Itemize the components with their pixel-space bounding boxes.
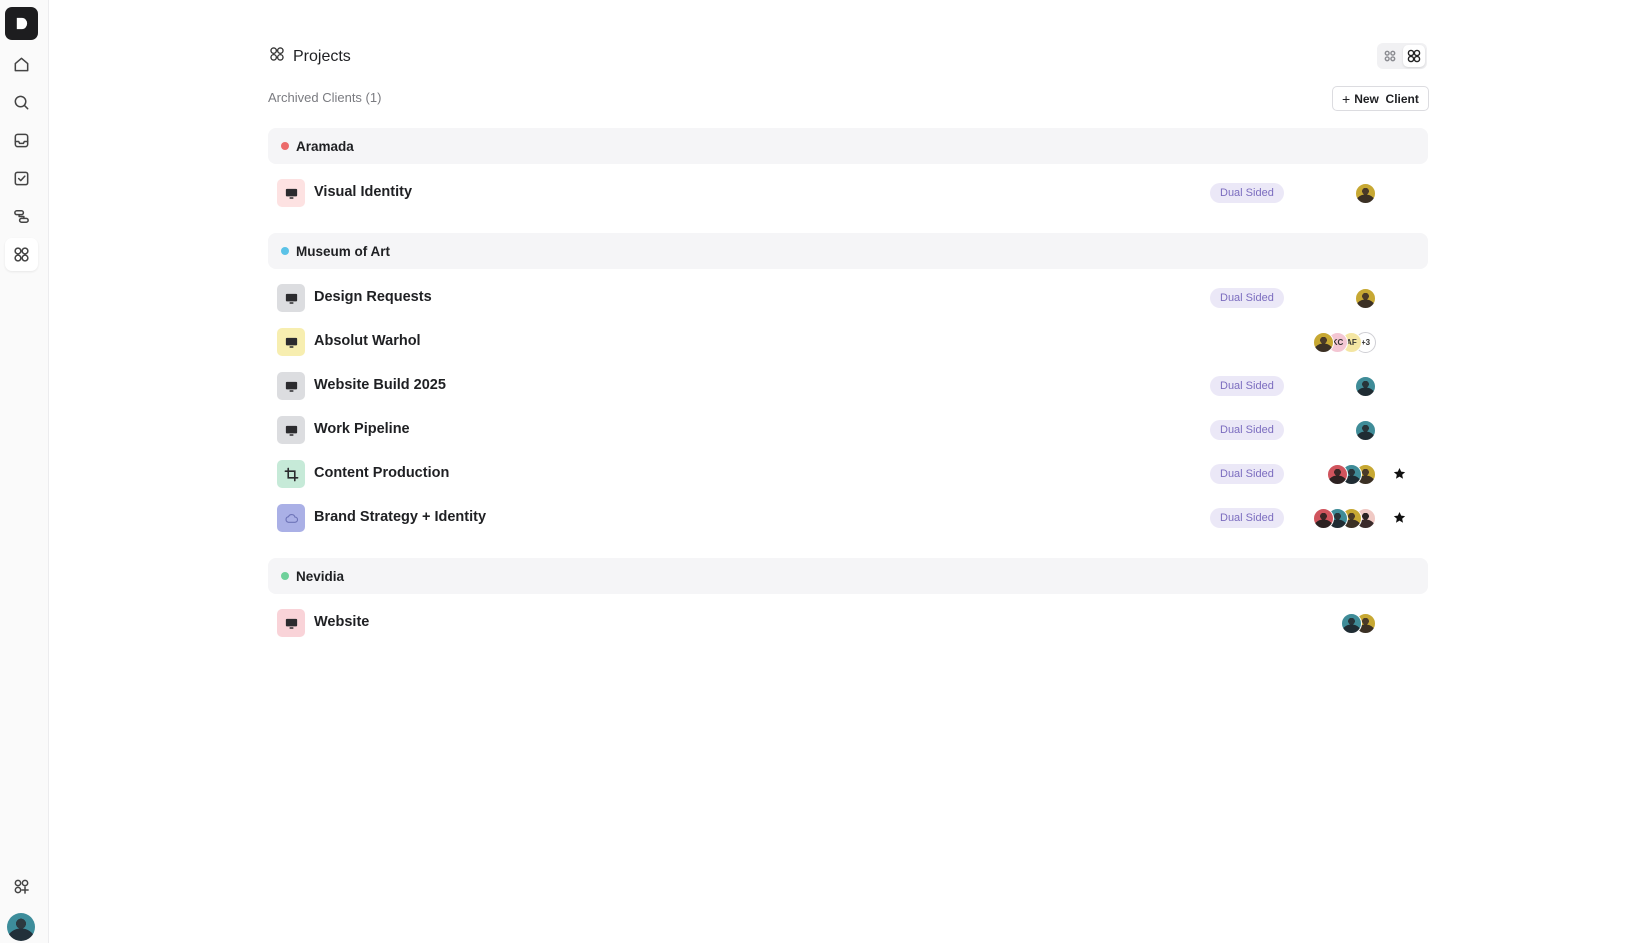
dual-sided-badge: Dual Sided <box>1210 508 1284 528</box>
tasks-icon <box>14 171 29 186</box>
plus-icon: + <box>1342 90 1351 107</box>
project-row[interactable]: Website <box>268 602 1428 646</box>
dual-sided-badge: Dual Sided <box>1210 183 1284 203</box>
client-color-dot <box>281 572 289 580</box>
projects-icon <box>14 247 29 262</box>
client-group-header[interactable]: Aramada <box>268 128 1428 164</box>
crop-icon <box>277 460 305 488</box>
project-row[interactable]: Design Requests Dual Sided <box>268 277 1428 321</box>
star-icon[interactable] <box>1393 467 1406 480</box>
avatar <box>1355 376 1376 397</box>
app-logo[interactable] <box>5 7 38 40</box>
project-name: Website Build 2025 <box>314 377 446 393</box>
monitor-icon <box>277 372 305 400</box>
search-icon <box>14 95 29 110</box>
monitor-icon <box>277 284 305 312</box>
dual-sided-badge: Dual Sided <box>1210 420 1284 440</box>
large-grid-icon <box>1407 49 1421 63</box>
avatar <box>1313 332 1334 353</box>
member-avatars[interactable]: +3 AF KC <box>1313 332 1376 353</box>
project-row[interactable]: Website Build 2025 Dual Sided <box>268 365 1428 409</box>
member-avatars[interactable] <box>1355 183 1376 204</box>
project-name: Content Production <box>314 465 450 481</box>
sidebar-item-inbox[interactable] <box>5 124 38 157</box>
project-name: Absolut Warhol <box>314 333 421 349</box>
inbox-icon <box>14 133 29 148</box>
member-avatars[interactable] <box>1355 288 1376 309</box>
workflow-icon <box>14 210 29 223</box>
sidebar-item-workflow[interactable] <box>5 200 38 233</box>
view-toggle <box>1377 43 1427 69</box>
compact-view-button[interactable] <box>1379 45 1401 67</box>
avatar <box>1355 420 1376 441</box>
dual-sided-badge: Dual Sided <box>1210 288 1284 308</box>
grid-view-button[interactable] <box>1403 45 1425 67</box>
avatar <box>1355 288 1376 309</box>
project-name: Design Requests <box>314 289 432 305</box>
client-color-dot <box>281 247 289 255</box>
new-client-button[interactable]: + New Client <box>1332 86 1429 111</box>
sidebar-item-tasks[interactable] <box>5 162 38 195</box>
sidebar-item-projects[interactable] <box>5 238 38 271</box>
project-name: Work Pipeline <box>314 421 410 437</box>
project-row[interactable]: Visual Identity Dual Sided <box>268 172 1428 216</box>
sidebar-item-add-app[interactable] <box>5 870 38 903</box>
logo-d-icon <box>16 17 28 30</box>
dual-sided-badge: Dual Sided <box>1210 464 1284 484</box>
client-color-dot <box>281 142 289 150</box>
member-avatars[interactable] <box>1341 613 1376 634</box>
add-app-icon <box>14 879 29 894</box>
client-group-header[interactable]: Museum of Art <box>268 233 1428 269</box>
project-name: Visual Identity <box>314 184 413 200</box>
new-client-label: New Client <box>1354 91 1419 106</box>
monitor-icon <box>277 416 305 444</box>
project-row[interactable]: Content Production Dual Sided <box>268 453 1428 497</box>
home-icon <box>14 57 29 72</box>
member-avatars[interactable] <box>1313 508 1376 529</box>
monitor-icon <box>277 328 305 356</box>
avatar <box>1327 464 1348 485</box>
page-header: Projects <box>268 45 351 68</box>
project-row[interactable]: Work Pipeline Dual Sided <box>268 409 1428 453</box>
sidebar-item-search[interactable] <box>5 86 38 119</box>
project-row[interactable]: Absolut Warhol +3 AF KC <box>268 321 1428 365</box>
user-avatar[interactable] <box>7 913 35 941</box>
project-name: Brand Strategy + Identity <box>314 509 487 525</box>
avatar <box>1341 613 1362 634</box>
member-avatars[interactable] <box>1355 376 1376 397</box>
archived-clients-link[interactable]: Archived Clients (1) <box>268 90 381 105</box>
client-name: Aramada <box>296 138 354 154</box>
avatar <box>1313 508 1334 529</box>
monitor-icon <box>277 609 305 637</box>
sidebar <box>0 0 49 943</box>
sidebar-item-home[interactable] <box>5 48 38 81</box>
monitor-icon <box>277 179 305 207</box>
page-title: Projects <box>293 47 351 65</box>
avatar <box>1355 183 1376 204</box>
small-grid-icon <box>1384 50 1396 62</box>
client-group-header[interactable]: Nevidia <box>268 558 1428 594</box>
client-name: Nevidia <box>296 568 345 584</box>
project-row[interactable]: Brand Strategy + Identity Dual Sided <box>268 497 1428 541</box>
member-avatars[interactable] <box>1355 420 1376 441</box>
cloud-icon <box>277 504 305 532</box>
dual-sided-badge: Dual Sided <box>1210 376 1284 396</box>
member-avatars[interactable] <box>1327 464 1376 485</box>
projects-icon <box>268 45 286 68</box>
star-icon[interactable] <box>1393 511 1406 524</box>
client-name: Museum of Art <box>296 243 390 259</box>
project-name: Website <box>314 614 370 630</box>
